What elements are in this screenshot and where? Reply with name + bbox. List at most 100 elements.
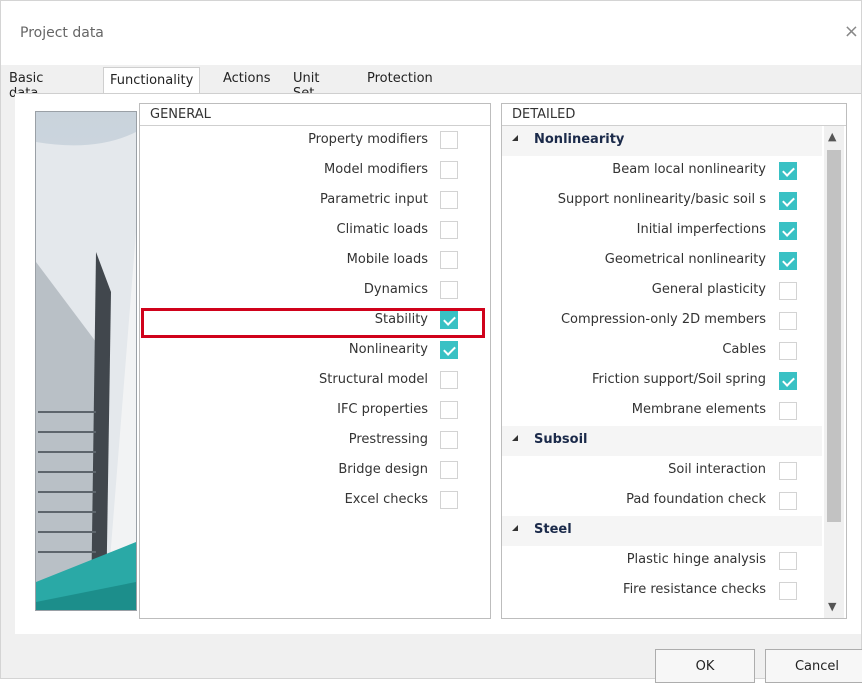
scroll-down-icon[interactable]: ▼ (828, 600, 836, 613)
detailed-item-row[interactable]: General plasticity (502, 276, 822, 306)
general-item-label: Prestressing (348, 432, 428, 447)
detailed-group-row[interactable]: Steel (502, 516, 822, 546)
tab-functionality[interactable]: Functionality (103, 67, 201, 94)
detailed-item-label: Support nonlinearity/basic soil s (557, 192, 766, 207)
general-item-row[interactable]: Climatic loads (140, 216, 490, 246)
detailed-item-label: Initial imperfections (636, 222, 766, 237)
detailed-panel: DETAILED Nonlinearity Beam local nonlinea… (501, 103, 847, 619)
general-item-row[interactable]: IFC properties (140, 396, 490, 426)
detailed-item-checkbox[interactable] (779, 342, 797, 360)
detailed-group-row[interactable]: Nonlinearity (502, 126, 822, 156)
general-item-row[interactable]: Bridge design (140, 456, 490, 486)
general-item-label: Structural model (319, 372, 428, 387)
general-item-checkbox[interactable] (440, 341, 458, 359)
general-item-label: Mobile loads (346, 252, 428, 267)
project-data-dialog: Project data × Basic data Functionality … (0, 0, 862, 683)
detailed-item-label: Fire resistance checks (623, 582, 766, 597)
detailed-item-checkbox[interactable] (779, 162, 797, 180)
general-item-checkbox[interactable] (440, 281, 458, 299)
detailed-item-checkbox[interactable] (779, 312, 797, 330)
general-item-label: Model modifiers (324, 162, 428, 177)
detailed-item-checkbox[interactable] (779, 492, 797, 510)
general-item-row[interactable]: Dynamics (140, 276, 490, 306)
general-item-label: Climatic loads (336, 222, 428, 237)
general-item-row[interactable]: Structural model (140, 366, 490, 396)
detailed-item-checkbox[interactable] (779, 282, 797, 300)
general-item-checkbox[interactable] (440, 251, 458, 269)
detailed-item-row[interactable]: Pad foundation check (502, 486, 822, 516)
detailed-item-label: Pad foundation check (626, 492, 766, 507)
general-item-row[interactable]: Excel checks (140, 486, 490, 516)
detailed-item-checkbox[interactable] (779, 372, 797, 390)
general-item-label: Parametric input (320, 192, 428, 207)
tab-actions[interactable]: Actions (223, 71, 271, 86)
detailed-item-row[interactable]: Cables (502, 336, 822, 366)
detailed-group-label: Subsoil (534, 432, 588, 447)
general-item-checkbox[interactable] (440, 491, 458, 509)
general-item-checkbox[interactable] (440, 161, 458, 179)
general-item-checkbox[interactable] (440, 221, 458, 239)
general-item-checkbox[interactable] (440, 311, 458, 329)
general-item-row[interactable]: Nonlinearity (140, 336, 490, 366)
detailed-item-row[interactable]: Support nonlinearity/basic soil s (502, 186, 822, 216)
title-bar: Project data × (1, 1, 861, 65)
general-item-checkbox[interactable] (440, 401, 458, 419)
general-item-row[interactable]: Parametric input (140, 186, 490, 216)
detailed-item-checkbox[interactable] (779, 402, 797, 420)
detailed-item-row[interactable]: Soil interaction (502, 456, 822, 486)
general-item-checkbox[interactable] (440, 371, 458, 389)
detailed-item-row[interactable]: Beam local nonlinearity (502, 156, 822, 186)
detailed-item-label: Friction support/Soil spring (592, 372, 766, 387)
detailed-item-checkbox[interactable] (779, 222, 797, 240)
general-item-label: Nonlinearity (348, 342, 428, 357)
detailed-item-label: Cables (722, 342, 766, 357)
detailed-item-label: General plasticity (651, 282, 766, 297)
general-item-checkbox[interactable] (440, 191, 458, 209)
cancel-button[interactable]: Cancel (765, 649, 862, 683)
detailed-item-label: Soil interaction (668, 462, 766, 477)
detailed-item-row[interactable]: Plastic hinge analysis (502, 546, 822, 576)
detailed-group-label: Nonlinearity (534, 132, 625, 147)
general-item-label: Excel checks (344, 492, 428, 507)
ok-button[interactable]: OK (655, 649, 755, 683)
general-item-row[interactable]: Mobile loads (140, 246, 490, 276)
detailed-item-label: Plastic hinge analysis (626, 552, 766, 567)
detailed-item-checkbox[interactable] (779, 552, 797, 570)
general-item-checkbox[interactable] (440, 461, 458, 479)
general-item-row[interactable]: Stability (140, 306, 490, 336)
collapse-triangle-icon[interactable] (512, 435, 518, 441)
collapse-triangle-icon[interactable] (512, 525, 518, 531)
window-title: Project data (20, 25, 104, 41)
detailed-item-row[interactable]: Membrane elements (502, 396, 822, 426)
detailed-item-checkbox[interactable] (779, 192, 797, 210)
general-item-checkbox[interactable] (440, 431, 458, 449)
detailed-group-row[interactable]: Subsoil (502, 426, 822, 456)
scrollbar-thumb[interactable] (827, 150, 841, 522)
detailed-header: DETAILED (502, 104, 846, 126)
detailed-group-label: Steel (534, 522, 572, 537)
building-illustration (35, 111, 137, 611)
vertical-scrollbar[interactable]: ▲ ▼ (824, 126, 844, 618)
general-item-row[interactable]: Model modifiers (140, 156, 490, 186)
detailed-item-checkbox[interactable] (779, 582, 797, 600)
collapse-triangle-icon[interactable] (512, 135, 518, 141)
general-item-label: IFC properties (337, 402, 428, 417)
detailed-item-checkbox[interactable] (779, 252, 797, 270)
detailed-item-row[interactable]: Friction support/Soil spring (502, 366, 822, 396)
close-icon[interactable]: × (844, 23, 859, 41)
general-item-row[interactable]: Prestressing (140, 426, 490, 456)
detailed-item-row[interactable]: Fire resistance checks (502, 576, 822, 606)
detailed-item-row[interactable]: Compression-only 2D members (502, 306, 822, 336)
scroll-up-icon[interactable]: ▲ (828, 130, 836, 143)
general-item-label: Dynamics (363, 282, 428, 297)
detailed-item-label: Geometrical nonlinearity (604, 252, 766, 267)
general-item-checkbox[interactable] (440, 131, 458, 149)
general-item-label: Property modifiers (308, 132, 428, 147)
detailed-item-row[interactable]: Initial imperfections (502, 216, 822, 246)
general-panel: GENERAL Property modifiers Model modifier… (139, 103, 491, 619)
detailed-item-label: Compression-only 2D members (560, 312, 766, 327)
general-item-row[interactable]: Property modifiers (140, 126, 490, 156)
tab-protection[interactable]: Protection (367, 71, 433, 86)
detailed-item-row[interactable]: Geometrical nonlinearity (502, 246, 822, 276)
detailed-item-checkbox[interactable] (779, 462, 797, 480)
